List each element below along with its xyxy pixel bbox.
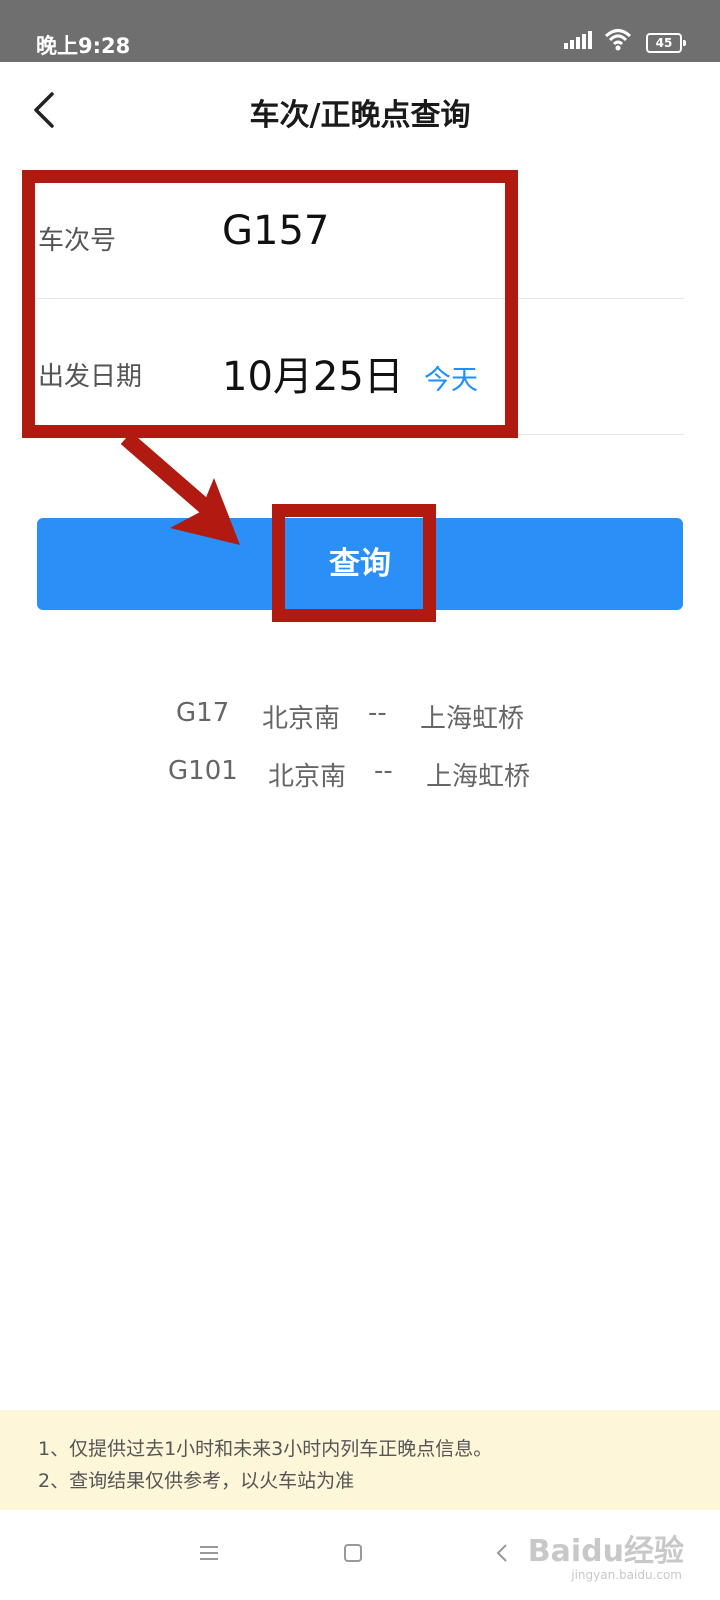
history-separator: --	[368, 698, 387, 728]
wifi-icon	[604, 29, 632, 51]
today-link[interactable]: 今天	[424, 358, 478, 397]
departure-date-row[interactable]: 出发日期 10月25日 今天	[36, 298, 684, 435]
train-number-input[interactable]: G157	[222, 208, 329, 254]
status-bar: 晚上9:28 45	[0, 0, 720, 62]
departure-date-label: 出发日期	[38, 362, 143, 392]
query-button[interactable]: 查询	[37, 518, 683, 610]
notice-line-2: 2、查询结果仅供参考，以火车站为准	[38, 1470, 355, 1492]
departure-date-value[interactable]: 10月25日	[222, 344, 404, 402]
menu-icon[interactable]	[198, 1542, 220, 1564]
home-icon[interactable]	[342, 1542, 364, 1564]
watermark-logo: Baidu经验	[527, 1534, 684, 1569]
history-list: G17 北京南 -- 上海虹桥 G101 北京南 -- 上海虹桥	[0, 690, 720, 806]
history-from: 北京南	[262, 704, 341, 734]
status-time: 晚上9:28	[36, 34, 131, 58]
notice-banner: 1、仅提供过去1小时和未来3小时内列车正晚点信息。 2、查询结果仅供参考，以火车…	[0, 1410, 720, 1510]
signal-icon	[564, 31, 592, 49]
watermark-url: jingyan.baidu.com	[571, 1568, 682, 1582]
history-train: G101	[168, 756, 238, 786]
history-to: 上海虹桥	[420, 704, 525, 734]
system-nav-bar: Baidu经验 jingyan.baidu.com	[0, 1512, 720, 1600]
history-from: 北京南	[268, 762, 347, 792]
history-train: G17	[176, 698, 230, 728]
history-to: 上海虹桥	[426, 762, 531, 792]
train-number-label: 车次号	[38, 226, 117, 256]
history-separator: --	[374, 756, 393, 786]
notice-line-1: 1、仅提供过去1小时和未来3小时内列车正晚点信息。	[38, 1438, 493, 1460]
back-icon[interactable]	[492, 1542, 514, 1564]
train-number-row[interactable]: 车次号 G157	[36, 162, 684, 299]
battery-icon: 45	[646, 33, 686, 53]
page-title: 车次/正晚点查询	[249, 98, 471, 133]
header: 车次/正晚点查询	[0, 62, 720, 162]
history-item[interactable]: G101 北京南 -- 上海虹桥	[0, 748, 720, 806]
history-item[interactable]: G17 北京南 -- 上海虹桥	[0, 690, 720, 748]
